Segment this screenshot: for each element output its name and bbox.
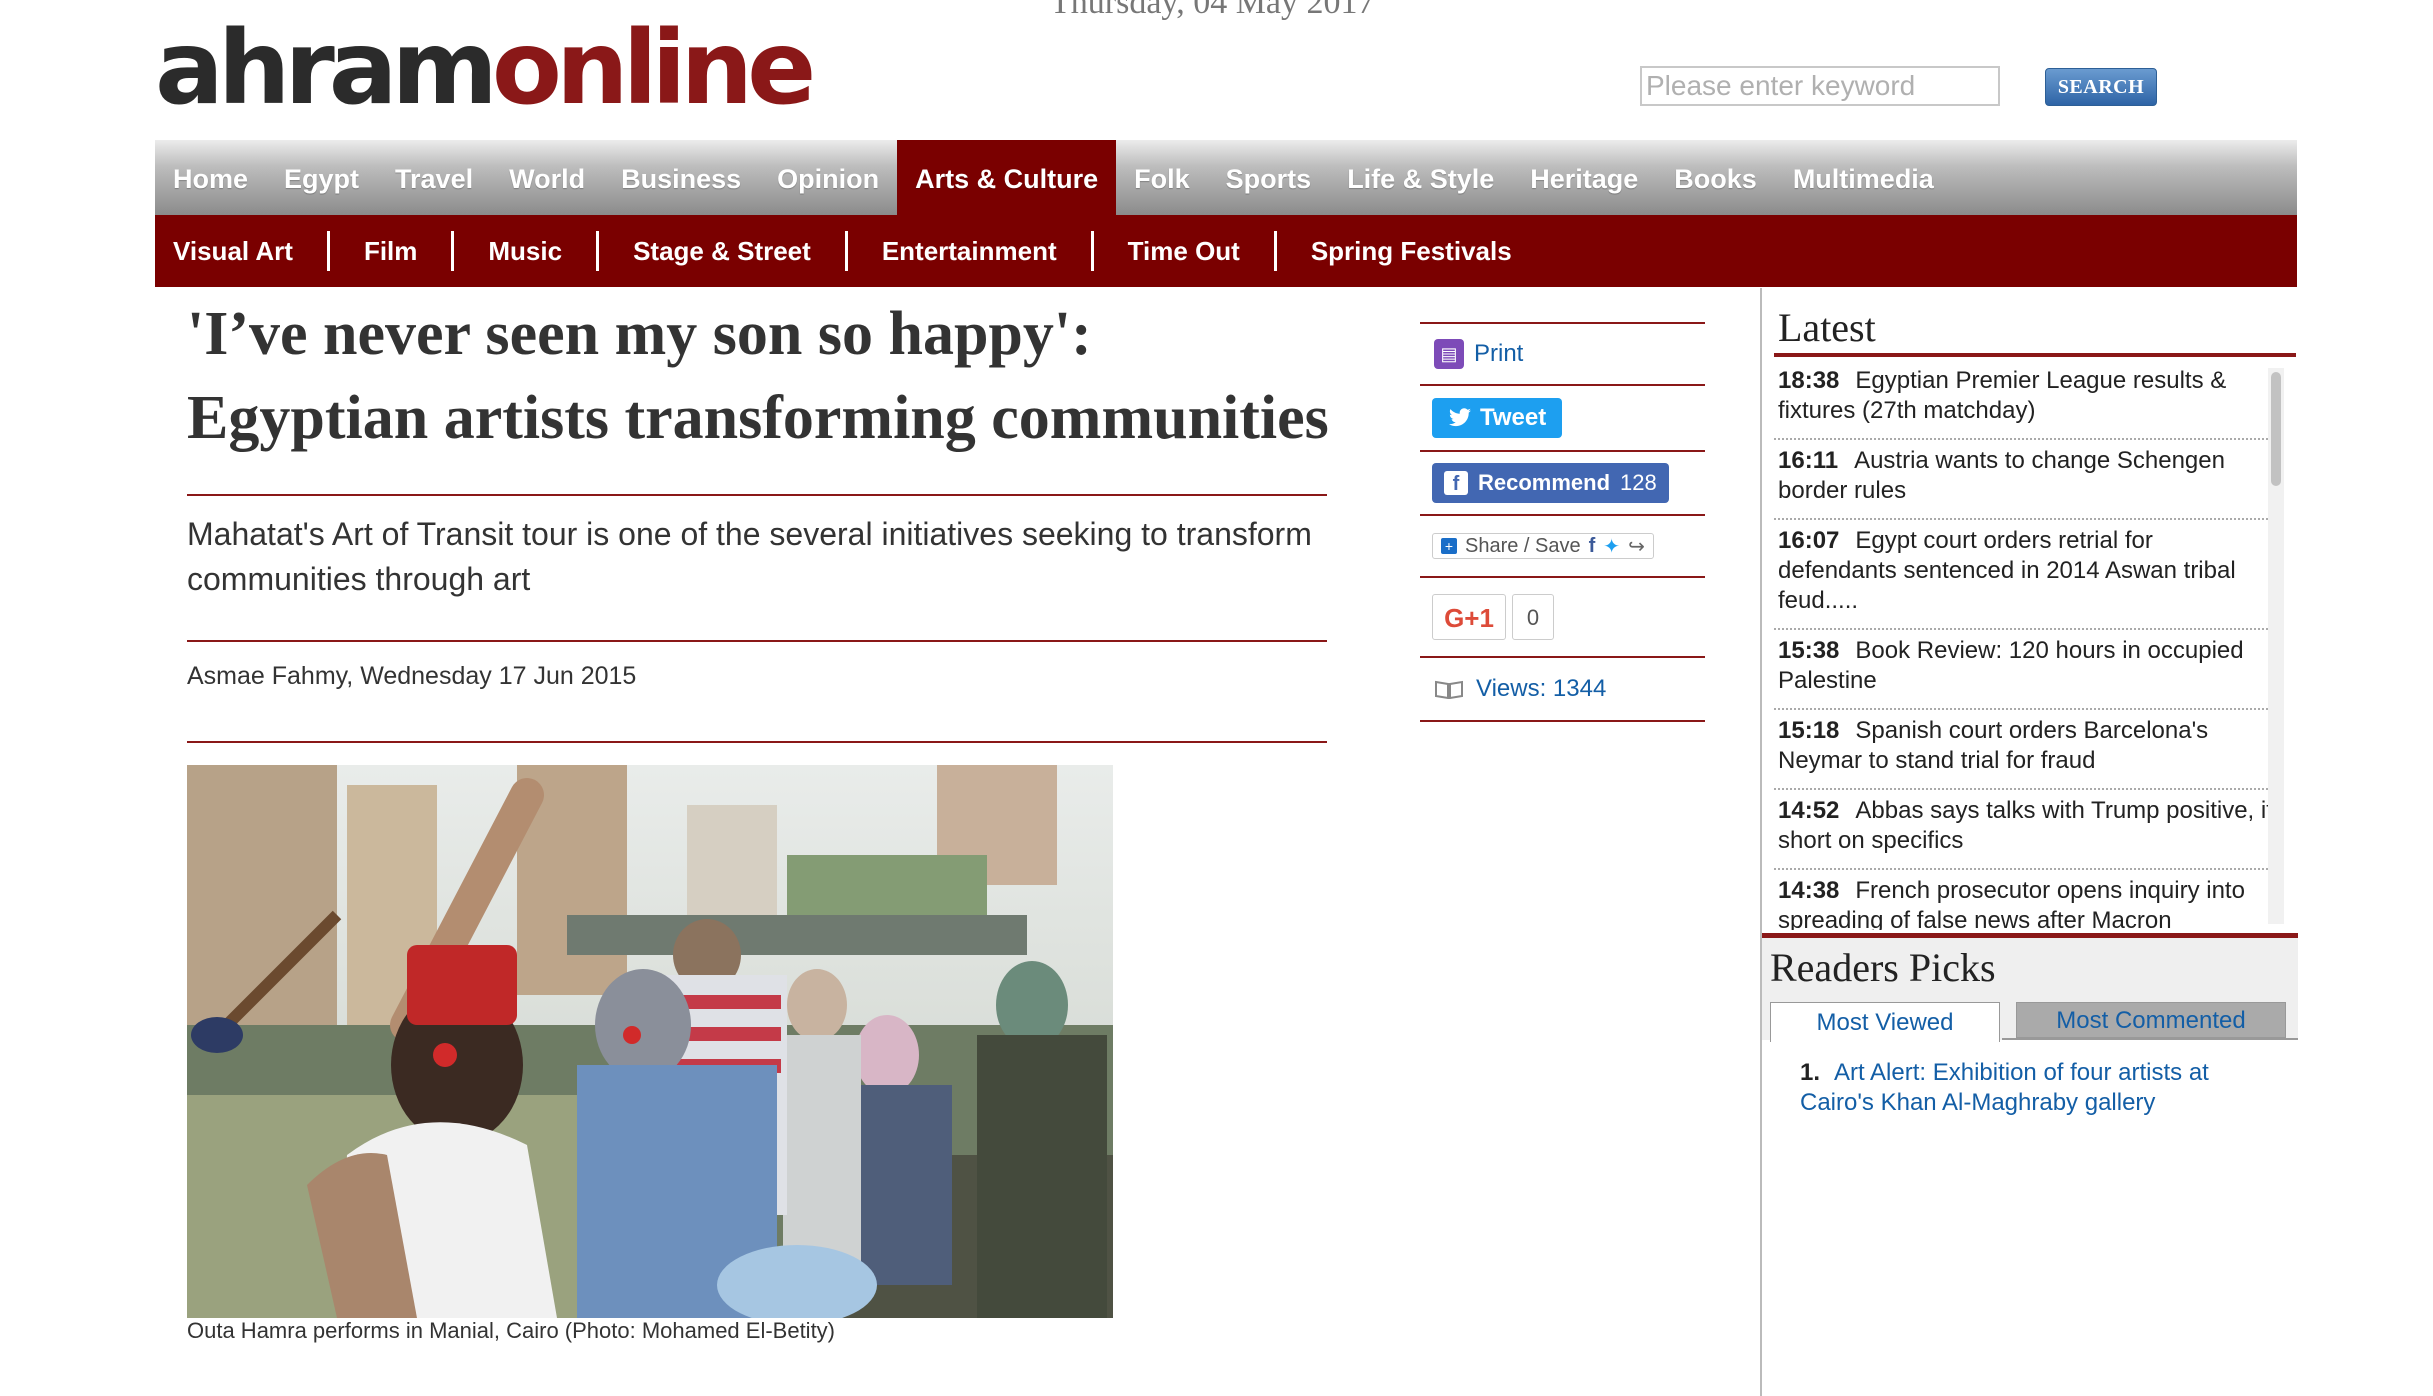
- subnav-music[interactable]: Music: [451, 231, 596, 271]
- logo-online: online: [491, 9, 816, 128]
- subnav-film[interactable]: Film: [326, 231, 451, 271]
- recommend-label: Recommend: [1478, 470, 1611, 495]
- main-nav: Home Egypt Travel World Business Opinion…: [155, 140, 2297, 215]
- article-photo: [187, 765, 1113, 1318]
- tweet-label: Tweet: [1480, 404, 1547, 431]
- news-item[interactable]: 15:18 Spanish court orders Barcelona's Ne…: [1774, 710, 2280, 790]
- news-headline: French prosecutor opens inquiry into spr…: [1778, 877, 2245, 930]
- search-input[interactable]: [1640, 66, 2000, 106]
- share-arrow-icon: ↪: [1628, 535, 1645, 558]
- latest-scrollbar-thumb[interactable]: [2271, 372, 2281, 486]
- nav-home[interactable]: Home: [155, 140, 266, 215]
- pick-number: 1.: [1800, 1059, 1821, 1086]
- subnav-entertainment[interactable]: Entertainment: [844, 231, 1091, 271]
- google-plus-button[interactable]: G+1: [1432, 594, 1506, 640]
- nav-travel[interactable]: Travel: [377, 140, 491, 215]
- print-link[interactable]: ▤ Print: [1420, 339, 1523, 369]
- nav-sports[interactable]: Sports: [1208, 140, 1330, 215]
- divider: [187, 640, 1327, 642]
- facebook-icon: f: [1588, 534, 1596, 557]
- plus-icon: +: [1441, 538, 1457, 554]
- google-plus-count: 0: [1512, 594, 1554, 640]
- news-time: 14:52: [1778, 797, 1840, 824]
- sub-nav: Visual Art Film Music Stage & Street Ent…: [155, 215, 2297, 287]
- logo-ahram: ahram: [155, 9, 498, 128]
- subnav-spring-festivals[interactable]: Spring Festivals: [1273, 231, 1546, 271]
- nav-business[interactable]: Business: [603, 140, 759, 215]
- share-save-label: Share / Save: [1465, 534, 1581, 557]
- nav-arts-culture[interactable]: Arts & Culture: [897, 140, 1117, 215]
- subnav-time-out[interactable]: Time Out: [1090, 231, 1274, 271]
- pick-link[interactable]: Art Alert: Exhibition of four artists at…: [1800, 1059, 2209, 1116]
- print-label: Print: [1474, 340, 1524, 367]
- twitter-icon: ✦: [1603, 535, 1621, 558]
- news-headline: Book Review: 120 hours in occupied Pales…: [1778, 637, 2244, 694]
- divider: [2002, 1038, 2298, 1040]
- share-panel: ▤ Print Tweet f Recommend 128 + Share / …: [1420, 322, 1705, 722]
- news-item[interactable]: 16:11 Austria wants to change Schengen bo…: [1774, 440, 2280, 520]
- news-time: 16:07: [1778, 527, 1840, 554]
- current-date: Thursday, 04 May 2017: [1050, 0, 1375, 21]
- readers-pick-item[interactable]: 1. Art Alert: Exhibition of four artists …: [1800, 1058, 2270, 1118]
- nav-folk[interactable]: Folk: [1116, 140, 1208, 215]
- news-item[interactable]: 14:52 Abbas says talks with Trump positiv…: [1774, 790, 2280, 870]
- sidebar-divider: [1760, 288, 1762, 1396]
- news-headline: Egypt court orders retrial for defendant…: [1778, 527, 2236, 614]
- article-byline: Asmae Fahmy, Wednesday 17 Jun 2015: [187, 662, 637, 690]
- nav-world[interactable]: World: [491, 140, 603, 215]
- site-logo[interactable]: ahramonline: [155, 18, 816, 120]
- divider: [1774, 353, 2296, 357]
- nav-books[interactable]: Books: [1656, 140, 1775, 215]
- news-headline: Abbas says talks with Trump positive, if…: [1778, 797, 2273, 854]
- article-summary: Mahatat's Art of Transit tour is one of …: [187, 516, 1312, 597]
- news-item[interactable]: 16:07 Egypt court orders retrial for defe…: [1774, 520, 2280, 630]
- book-icon: [1435, 680, 1463, 699]
- news-time: 16:11: [1778, 447, 1839, 474]
- photo-caption: Outa Hamra performs in Manial, Cairo (Ph…: [187, 1318, 836, 1343]
- twitter-icon: [1449, 408, 1471, 427]
- facebook-recommend-button[interactable]: f Recommend 128: [1432, 463, 1669, 503]
- views-counter: Views: 1344: [1420, 675, 1606, 703]
- latest-title: Latest: [1778, 305, 1876, 350]
- search-button[interactable]: SEARCH: [2045, 68, 2157, 106]
- news-item[interactable]: 15:38 Book Review: 120 hours in occupied …: [1774, 630, 2280, 710]
- readers-picks-title: Readers Picks: [1770, 945, 1996, 990]
- news-headline: Austria wants to change Schengen border …: [1778, 447, 2225, 504]
- share-save-button[interactable]: + Share / Save f ✦ ↪: [1432, 533, 1654, 559]
- divider: [187, 494, 1327, 496]
- print-icon: ▤: [1434, 339, 1464, 369]
- tab-most-commented[interactable]: Most Commented: [2016, 1002, 2286, 1038]
- news-time: 18:38: [1778, 367, 1840, 394]
- latest-news-list: 18:38 Egyptian Premier League results & f…: [1774, 360, 2280, 930]
- facebook-icon: f: [1444, 471, 1468, 495]
- news-item[interactable]: 14:38 French prosecutor opens inquiry int…: [1774, 870, 2280, 930]
- subnav-visual-art[interactable]: Visual Art: [155, 231, 327, 271]
- news-item[interactable]: 18:38 Egyptian Premier League results & f…: [1774, 360, 2280, 440]
- nav-egypt[interactable]: Egypt: [266, 140, 377, 215]
- divider: [187, 741, 1327, 743]
- divider: [1420, 720, 1705, 722]
- recommend-count: 128: [1620, 470, 1657, 495]
- nav-multimedia[interactable]: Multimedia: [1775, 140, 1952, 215]
- news-time: 15:18: [1778, 717, 1840, 744]
- news-headline: Egyptian Premier League results & fixtur…: [1778, 367, 2227, 424]
- tab-most-viewed[interactable]: Most Viewed: [1770, 1002, 2000, 1042]
- nav-heritage[interactable]: Heritage: [1512, 140, 1656, 215]
- article-headline: 'I’ve never seen my son so happy': Egypt…: [187, 300, 1329, 452]
- news-time: 15:38: [1778, 637, 1840, 664]
- tweet-button[interactable]: Tweet: [1432, 398, 1563, 438]
- subnav-stage-street[interactable]: Stage & Street: [596, 231, 845, 271]
- google-plus-widget: G+1 0: [1432, 594, 1554, 640]
- views-label: Views: 1344: [1476, 675, 1607, 702]
- news-headline: Spanish court orders Barcelona's Neymar …: [1778, 717, 2209, 774]
- nav-opinion[interactable]: Opinion: [759, 140, 897, 215]
- nav-life-style[interactable]: Life & Style: [1329, 140, 1512, 215]
- news-time: 14:38: [1778, 877, 1840, 904]
